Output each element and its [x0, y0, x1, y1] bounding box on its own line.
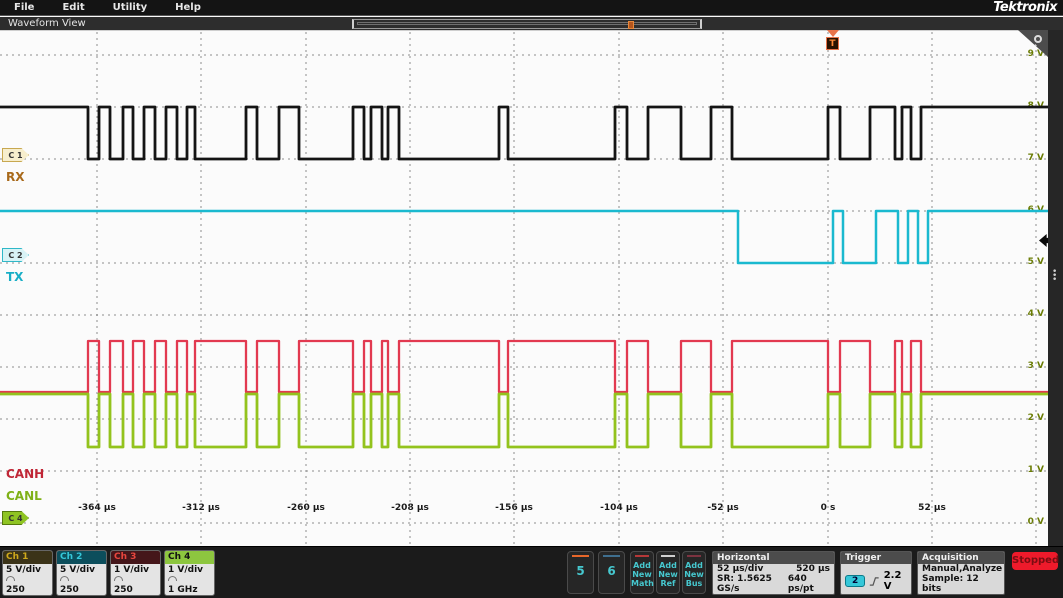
time-tick-label: -156 µs: [495, 503, 533, 513]
acquisition-panel[interactable]: Acquisition Manual, Analyze Sample: 12 b…: [917, 551, 1005, 595]
menu-help[interactable]: Help: [161, 2, 215, 13]
probe-icon: [114, 576, 123, 581]
time-tick-label: 0 s: [820, 503, 836, 513]
slot-button-6[interactable]: 6: [598, 551, 625, 594]
time-tick-label: -52 µs: [707, 503, 739, 513]
time-tick-label: -364 µs: [78, 503, 116, 513]
time-tick-label: -208 µs: [391, 503, 429, 513]
channel-scale: 5 V/div: [6, 565, 42, 575]
acquisition-overview-minimap[interactable]: [352, 19, 702, 29]
voltage-tick-label: 2 V: [1027, 413, 1044, 423]
probe-icon: [168, 576, 177, 581]
channel4-label-canl: CANL: [6, 489, 42, 503]
voltage-tick-label: 7 V: [1027, 153, 1044, 163]
channel-badge-body: 5 V/div 250 MHz: [3, 564, 52, 595]
channel-bandwidth: 1 GHz: [168, 585, 198, 595]
add-color-stripe: [635, 555, 649, 557]
waveform-plot[interactable]: [0, 30, 1048, 546]
voltage-tick-label: 9 V: [1027, 49, 1044, 59]
right-side-strip: • • •: [1048, 30, 1063, 546]
add-color-stripe: [661, 555, 675, 557]
minimap-window[interactable]: [357, 22, 697, 25]
channel-badge-title: Ch 4: [165, 551, 214, 564]
time-tick-label: -104 µs: [600, 503, 638, 513]
sample-rate: SR: 1.5625 GS/s: [717, 574, 772, 594]
channel2-label-tx: TX: [6, 270, 24, 284]
channel-badge-2[interactable]: Ch 25 V/div 250 MHz: [56, 550, 107, 596]
channel-badge-body: 1 V/div 250 MHz: [111, 564, 160, 595]
channel-scale: 1 V/div: [114, 565, 150, 575]
voltage-tick-label: 3 V: [1027, 361, 1044, 371]
add-new-bus-button[interactable]: Add New Bus: [682, 551, 706, 594]
channel-badge-body: 5 V/div 250 MHz: [57, 564, 106, 595]
slot-color-stripe: [572, 555, 589, 557]
add-color-stripe: [687, 555, 701, 557]
horizontal-panel[interactable]: Horizontal 52 µs/div 520 µs SR: 1.5625 G…: [712, 551, 835, 595]
tektronix-logo: Tektronix: [993, 0, 1057, 15]
slot-button-5[interactable]: 5: [567, 551, 594, 594]
channel-scale: 5 V/div: [60, 565, 96, 575]
channel-bandwidth: 250 MHz: [6, 585, 49, 595]
voltage-tick-label: 5 V: [1027, 257, 1044, 267]
trigger-t-icon: T: [826, 37, 839, 50]
tab-waveform-view[interactable]: Waveform View: [8, 18, 86, 29]
trigger-level-value: 2.2 V: [883, 570, 902, 592]
channel3-label-canh: CANH: [6, 467, 45, 481]
horizontal-panel-title: Horizontal: [713, 552, 834, 564]
channel-badge-body: 1 V/div 1 GHz: [165, 564, 214, 595]
menu-bar: File Edit Utility Help Tektronix: [0, 0, 1063, 16]
warning-shield-icon: [790, 594, 798, 595]
rising-edge-icon: [870, 576, 879, 586]
voltage-tick-label: 6 V: [1027, 205, 1044, 215]
channel-bandwidth: 250 MHz: [60, 585, 103, 595]
time-tick-label: -260 µs: [287, 503, 325, 513]
trigger-source-badge: 2: [845, 575, 866, 587]
channel-badge-4[interactable]: Ch 41 V/div 1 GHz: [164, 550, 215, 596]
channel-scale: 1 V/div: [168, 565, 204, 575]
time-tick-label: 52 µs: [918, 503, 946, 513]
horizontal-window: 520 µs: [796, 564, 830, 574]
trigger-triangle-icon: [827, 30, 839, 37]
more-options-icon[interactable]: • • •: [1052, 268, 1057, 285]
probe-icon: [6, 576, 15, 581]
add-new-math-button[interactable]: Add New Math: [630, 551, 654, 594]
channel-badge-title: Ch 3: [111, 551, 160, 564]
probe-icon: [60, 576, 69, 581]
record-length: RL: 812.5 kpts: [717, 594, 788, 595]
magnifier-icon: [1034, 35, 1042, 43]
voltage-tick-label: 4 V: [1027, 309, 1044, 319]
acquisition-panel-title: Acquisition: [918, 552, 1004, 564]
voltage-tick-label: 1 V: [1027, 465, 1044, 475]
menu-edit[interactable]: Edit: [48, 2, 98, 13]
trigger-position-marker[interactable]: T: [826, 30, 841, 50]
voltage-tick-label: 8 V: [1027, 101, 1044, 111]
channel1-label-rx: RX: [6, 170, 25, 184]
slot-color-stripe: [603, 555, 620, 557]
add-new-ref-button[interactable]: Add New Ref: [656, 551, 680, 594]
channel-badge-title: Ch 2: [57, 551, 106, 564]
menu-file[interactable]: File: [0, 2, 48, 13]
trigger-panel[interactable]: Trigger 2 2.2 V: [840, 551, 912, 595]
compress-percent: 79.2%: [788, 594, 830, 595]
trigger-panel-title: Trigger: [841, 552, 911, 564]
tab-bar: Waveform View: [0, 17, 1063, 30]
acquisition-mode: Manual,: [922, 564, 963, 574]
settings-bar: Ch 15 V/div250 MHzCh 25 V/div250 MHzCh 3…: [0, 546, 1063, 598]
horizontal-scale: 52 µs/div: [717, 564, 764, 574]
channel-badge-title: Ch 1: [3, 551, 52, 564]
run-stop-status-badge[interactable]: Stopped: [1012, 552, 1059, 570]
minimap-trigger-icon: [628, 21, 634, 29]
menu-utility[interactable]: Utility: [99, 2, 161, 13]
channel-badge-1[interactable]: Ch 15 V/div 250 MHz: [2, 550, 53, 596]
channel-bandwidth: 250 MHz: [114, 585, 157, 595]
sample-bits: Sample: 12 bits: [922, 574, 979, 594]
channel-badge-3[interactable]: Ch 31 V/div 250 MHz: [110, 550, 161, 596]
acq-count: 13 Acqs: [922, 594, 962, 595]
oscilloscope-app: File Edit Utility Help Tektronix Wavefor…: [0, 0, 1063, 598]
time-resolution: 640 ps/pt: [787, 574, 814, 594]
acquisition-analyze: Analyze: [962, 564, 1003, 574]
voltage-tick-label: 0 V: [1027, 517, 1044, 527]
time-tick-label: -312 µs: [182, 503, 220, 513]
